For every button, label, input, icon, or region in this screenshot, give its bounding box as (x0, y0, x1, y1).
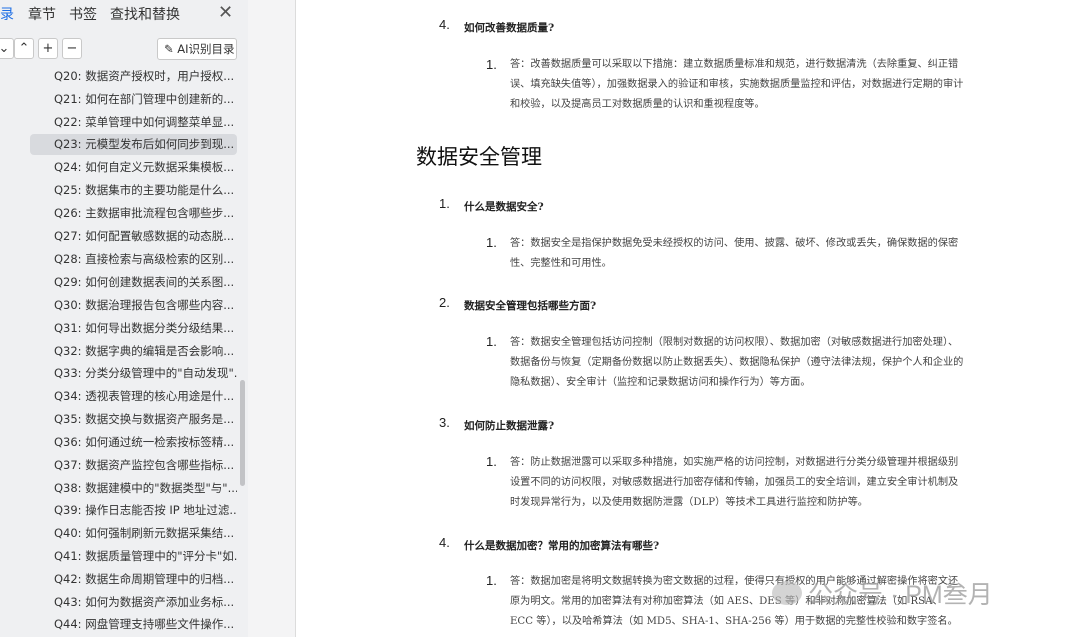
toc-item-q29[interactable]: Q29: 如何创建数据表间的关系图... (30, 272, 237, 293)
question-number: 4. (439, 17, 450, 32)
toc-item-q39[interactable]: Q39: 操作日志能否按 IP 地址过滤... (30, 500, 237, 521)
sidebar-scrollbar[interactable] (240, 380, 245, 486)
answer-number: 1. (486, 573, 497, 588)
toc-item-q32[interactable]: Q32: 数据字典的编辑是否会影响... (30, 341, 237, 362)
ai-icon: ✎ (164, 42, 174, 56)
toc-item-q26[interactable]: Q26: 主数据审批流程包含哪些步... (30, 203, 237, 224)
question-heading: 如何防止数据泄露? (464, 420, 555, 432)
watermark: 公众号 · PM叁月 (808, 581, 993, 609)
toc-item-q43[interactable]: Q43: 如何为数据资产添加业务标... (30, 592, 237, 613)
chevron-down-icon[interactable]: ⌄ (0, 38, 14, 59)
tab-bookmarks[interactable]: 书签 (69, 4, 97, 24)
answer-number: 1. (486, 454, 497, 469)
sidebar-tabs: 录 章节 书签 查找和替换 ✕ (0, 0, 248, 26)
section-title: 数据安全管理 (416, 145, 542, 169)
minus-icon[interactable]: − (62, 38, 82, 59)
question-heading: 什么是数据安全? (464, 201, 544, 213)
toc-item-q42[interactable]: Q42: 数据生命周期管理中的归档... (30, 569, 237, 590)
question-number: 4. (439, 535, 450, 550)
question-number: 1. (439, 196, 450, 211)
toc-item-q30[interactable]: Q30: 数据治理报告包含哪些内容... (30, 295, 237, 316)
plus-icon[interactable]: + (38, 38, 58, 59)
toc-item-q20[interactable]: Q20: 数据资产授权时，用户授权... (30, 66, 237, 87)
answer-text: 答：改善数据质量可以采取以下措施：建立数据质量标准和规范，进行数据清洗（去除重复… (510, 59, 964, 110)
toc-item-q27[interactable]: Q27: 如何配置敏感数据的动态脱... (30, 226, 237, 247)
toc-item-q28[interactable]: Q28: 直接检索与高级检索的区别... (30, 249, 237, 270)
toc-item-q44[interactable]: Q44: 网盘管理支持哪些文件操作... (30, 614, 237, 635)
toc-item-q40[interactable]: Q40: 如何强制刷新元数据采集结... (30, 523, 237, 544)
close-icon[interactable]: ✕ (218, 2, 233, 23)
answer-number: 1. (486, 235, 497, 250)
toc-item-q35[interactable]: Q35: 数据交换与数据资产服务是... (30, 409, 237, 430)
question-heading: 数据安全管理包括哪些方面? (464, 300, 597, 312)
ai-recognize-label: AI识别目录 (177, 42, 235, 56)
answer-text: 答：数据安全是指保护数据免受未经授权的访问、使用、披露、破坏、修改或丢失，确保数… (510, 238, 959, 269)
wechat-icon (772, 581, 802, 605)
answer-text: 答：防止数据泄露可以采取多种措施，如实施严格的访问控制，对数据进行分类分级管理并… (510, 457, 959, 508)
toc-item-q22[interactable]: Q22: 菜单管理中如何调整菜单显... (30, 112, 237, 133)
question-heading: 如何改善数据质量? (464, 22, 555, 34)
toc-item-q24[interactable]: Q24: 如何自定义元数据采集模板... (30, 157, 237, 178)
tab-chapters[interactable]: 章节 (28, 4, 56, 24)
toc-item-q23-selected[interactable]: Q23: 元模型发布后如何同步到现... (30, 134, 237, 155)
toc-item-q37[interactable]: Q37: 数据资产监控包含哪些指标... (30, 455, 237, 476)
tab-find-replace[interactable]: 查找和替换 (110, 4, 180, 24)
toc-item-q31[interactable]: Q31: 如何导出数据分类分级结果... (30, 318, 237, 339)
chevron-up-icon[interactable]: ⌃ (14, 38, 34, 59)
answer-text: 答：数据安全管理包括访问控制（限制对数据的访问权限）、数据加密（对敏感数据进行加… (510, 337, 964, 388)
document-page: 4. 如何改善数据质量? 1. 答：改善数据质量可以采取以下措施：建立数据质量标… (296, 0, 1080, 637)
question-number: 2. (439, 295, 450, 310)
question-number: 3. (439, 415, 450, 430)
ai-recognize-toc-button[interactable]: ✎ AI识别目录 (157, 38, 237, 60)
toc-item-q34[interactable]: Q34: 透视表管理的核心用途是什... (30, 386, 237, 407)
toc-item-q41[interactable]: Q41: 数据质量管理中的"评分卡"如... (30, 546, 237, 567)
toc-item-q25[interactable]: Q25: 数据集市的主要功能是什么... (30, 180, 237, 201)
toc-item-q38[interactable]: Q38: 数据建模中的"数据类型"与"... (30, 478, 237, 499)
toc-sidebar: 录 章节 书签 查找和替换 ✕ ⌄ ⌃ + − ✎ AI识别目录 Q20: 数据… (0, 0, 248, 637)
tab-toc[interactable]: 录 (0, 4, 14, 24)
toc-item-q33[interactable]: Q33: 分类分级管理中的"自动发现"... (30, 363, 237, 384)
toc-toolbar: ⌄ ⌃ + − ✎ AI识别目录 (0, 38, 248, 62)
page-gutter (248, 0, 295, 637)
answer-number: 1. (486, 57, 497, 72)
toc-item-q21[interactable]: Q21: 如何在部门管理中创建新的... (30, 89, 237, 110)
answer-number: 1. (486, 334, 497, 349)
toc-item-q36[interactable]: Q36: 如何通过统一检索按标签精... (30, 432, 237, 453)
question-heading: 什么是数据加密？常用的加密算法有哪些? (464, 540, 660, 552)
